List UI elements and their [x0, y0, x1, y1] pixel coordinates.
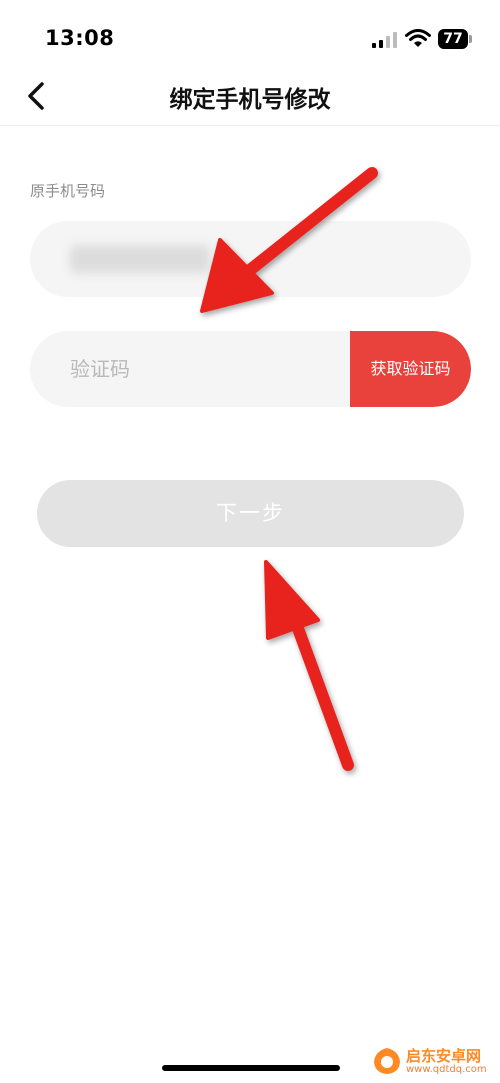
verification-code-input[interactable] [30, 331, 350, 407]
masked-phone-number [70, 245, 210, 273]
next-step-button[interactable]: 下一步 [37, 480, 464, 547]
verification-code-field: 获取验证码 [30, 331, 471, 407]
annotation-arrow-bottom [264, 560, 354, 771]
battery-cap [469, 35, 472, 43]
status-bar: 13:08 77 [0, 0, 500, 78]
nav-bar: 绑定手机号修改 [0, 70, 500, 126]
original-phone-label: 原手机号码 [30, 182, 106, 200]
watermark-logo-icon [374, 1048, 400, 1074]
page-title: 绑定手机号修改 [169, 87, 331, 113]
home-indicator[interactable] [162, 1065, 340, 1071]
watermark-name: 启东安卓网 [406, 1047, 482, 1065]
get-code-button[interactable]: 获取验证码 [350, 331, 471, 407]
watermark: 启东安卓网 www.qdtdq.com [372, 1045, 494, 1077]
wifi-icon [405, 29, 431, 47]
watermark-url: www.qdtdq.com [406, 1064, 487, 1075]
original-phone-field [30, 221, 471, 297]
status-time: 13:08 [45, 26, 115, 50]
battery-icon: 77 [438, 29, 474, 49]
cellular-signal-icon [372, 32, 397, 48]
battery-level: 77 [438, 29, 468, 49]
